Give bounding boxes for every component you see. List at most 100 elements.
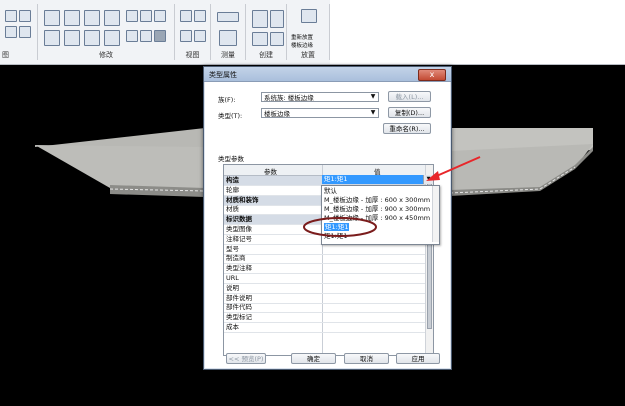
close-icon: x bbox=[429, 70, 435, 79]
param-name: 制造商 bbox=[226, 254, 246, 263]
copy-icon[interactable] bbox=[64, 30, 80, 46]
param-name: 类型图像 bbox=[226, 225, 252, 233]
dropdown-scrollbar[interactable] bbox=[432, 186, 439, 242]
create-icon[interactable] bbox=[270, 10, 284, 28]
dimension-icon[interactable] bbox=[219, 30, 237, 46]
split-icon[interactable] bbox=[126, 10, 138, 22]
load-button[interactable]: 载入(L)... bbox=[388, 91, 431, 102]
param-name: 标识数据 bbox=[226, 215, 252, 224]
param-name: 轮廓 bbox=[226, 185, 239, 194]
view-icon[interactable] bbox=[194, 10, 206, 22]
grid-param-row[interactable]: 部件说明 bbox=[224, 294, 426, 304]
dropdown-option[interactable]: M_楼板边缘 - 加厚 : 600 x 300mm bbox=[324, 196, 430, 204]
grid-param-row[interactable]: 制造商 bbox=[224, 254, 426, 265]
trim-extend-icon[interactable] bbox=[104, 30, 120, 46]
column-header-param: 参数 bbox=[264, 168, 277, 176]
view-icon[interactable] bbox=[180, 30, 192, 42]
array-icon[interactable] bbox=[126, 30, 138, 42]
dropdown-option[interactable]: M_楼板边缘 - 加厚 : 900 x 450mm bbox=[324, 214, 430, 222]
pin-icon[interactable] bbox=[154, 10, 166, 22]
offset-icon[interactable] bbox=[64, 10, 80, 26]
duplicate-button[interactable]: 复制(D)... bbox=[388, 107, 431, 118]
type-select-value: 楼板边缘 bbox=[264, 110, 290, 118]
create-icon[interactable] bbox=[270, 32, 284, 46]
ribbon: 图 修改 视图 测量 创建 重新放置 楼板边缘 放置 bbox=[0, 0, 625, 65]
apply-button[interactable]: 应用 bbox=[396, 353, 440, 364]
family-label: 族(F): bbox=[218, 96, 236, 104]
family-select[interactable]: 系统族: 楼板边缘 ▼ bbox=[261, 92, 379, 102]
profile-value: 矩1:矩1 bbox=[324, 175, 348, 183]
profile-value-combo[interactable]: 矩1:矩1 ▼ bbox=[322, 175, 433, 184]
chevron-down-icon: ▼ bbox=[370, 93, 376, 100]
create-icon[interactable] bbox=[252, 32, 268, 46]
param-name: URL bbox=[226, 274, 239, 282]
move-icon[interactable] bbox=[44, 30, 60, 46]
view-icon[interactable] bbox=[194, 30, 206, 42]
mirror-icon[interactable] bbox=[84, 10, 100, 26]
tool-icon[interactable] bbox=[5, 26, 17, 38]
grid-param-row[interactable]: 说明 bbox=[224, 284, 426, 294]
create-icon[interactable] bbox=[252, 10, 268, 28]
ribbon-panel-place: 重新放置 楼板边缘 放置 bbox=[287, 4, 330, 60]
ribbon-panel-create: 创建 bbox=[246, 4, 287, 60]
grid-param-row[interactable]: 型号 bbox=[224, 245, 426, 255]
dropdown-option[interactable]: 默认 bbox=[324, 187, 337, 195]
grid-param-row[interactable]: 部件代码 bbox=[224, 303, 426, 314]
grid-param-row[interactable]: 类型标记 bbox=[224, 313, 426, 324]
dialog-titlebar[interactable]: 类型属性 x bbox=[204, 67, 451, 82]
view-icon[interactable] bbox=[180, 10, 192, 22]
param-name: 型号 bbox=[226, 244, 239, 253]
chevron-down-icon: ▼ bbox=[370, 109, 376, 116]
mirror-draw-icon[interactable] bbox=[104, 10, 120, 26]
ribbon-panel-view: 视图 bbox=[175, 4, 211, 60]
preview-button[interactable]: << 预览(P) bbox=[226, 353, 266, 364]
ribbon-panel-label: 修改 bbox=[99, 51, 113, 59]
scale-icon[interactable] bbox=[140, 30, 152, 42]
family-select-value: 系统族: 楼板边缘 bbox=[264, 94, 314, 102]
dialog-title: 类型属性 bbox=[209, 71, 237, 79]
ribbon-panel-label: 测量 bbox=[221, 51, 235, 59]
param-name: 说明 bbox=[226, 283, 239, 292]
trim-icon[interactable] bbox=[140, 10, 152, 22]
measure-icon[interactable] bbox=[217, 12, 239, 22]
type-params-label: 类型参数 bbox=[218, 155, 244, 163]
type-select[interactable]: 楼板边缘 ▼ bbox=[261, 108, 379, 118]
param-name: 成本 bbox=[226, 323, 239, 331]
param-name: 类型注释 bbox=[226, 264, 252, 273]
close-button[interactable]: x bbox=[418, 69, 446, 81]
chevron-down-icon[interactable]: ▼ bbox=[423, 175, 433, 184]
slab-surface-left bbox=[35, 145, 205, 191]
profile-dropdown-list: 默认 M_楼板边缘 - 加厚 : 600 x 300mm M_楼板边缘 - 加厚 :… bbox=[321, 185, 440, 245]
reposition-icon[interactable] bbox=[301, 9, 317, 23]
ribbon-panel-modify: 修改 bbox=[38, 4, 175, 60]
ribbon-panel-label: 视图 bbox=[185, 51, 200, 59]
align-icon[interactable] bbox=[44, 10, 60, 26]
param-name: 材质和装饰 bbox=[226, 195, 259, 204]
grid-param-row[interactable]: 成本 bbox=[224, 323, 426, 333]
rename-button[interactable]: 重命名(R)... bbox=[383, 123, 431, 134]
grid-param-row[interactable]: 类型注释 bbox=[224, 264, 426, 275]
tool-icon[interactable] bbox=[5, 10, 17, 22]
tool-icon[interactable] bbox=[19, 26, 31, 38]
param-name: 材质 bbox=[226, 205, 239, 214]
rotate-icon[interactable] bbox=[84, 30, 100, 46]
ribbon-empty-area bbox=[330, 0, 625, 64]
dropdown-option[interactable]: M_楼板边缘 - 加厚 : 900 x 300mm bbox=[324, 205, 430, 213]
param-name: 构造 bbox=[226, 176, 239, 184]
ribbon-panel-label: 放置 bbox=[301, 51, 315, 59]
ribbon-panel-view-graphics: 图 bbox=[0, 4, 38, 60]
cancel-button[interactable]: 取消 bbox=[344, 353, 389, 364]
dropdown-option[interactable]: 矩1:矩1 bbox=[324, 223, 350, 231]
delete-icon[interactable] bbox=[154, 30, 166, 42]
param-name: 类型标记 bbox=[226, 313, 252, 322]
grid-param-row[interactable]: URL bbox=[224, 274, 426, 284]
ribbon-panel-label: 图 bbox=[2, 51, 9, 59]
dropdown-option[interactable]: 矩1:矩1 bbox=[324, 232, 347, 240]
tool-icon[interactable] bbox=[19, 10, 31, 22]
reposition-label: 楼板边缘 bbox=[291, 43, 314, 49]
reposition-label: 重新放置 bbox=[291, 35, 314, 41]
param-name: 部件代码 bbox=[226, 303, 252, 312]
type-label: 类型(T): bbox=[218, 112, 243, 120]
param-name: 部件说明 bbox=[226, 293, 252, 302]
ok-button[interactable]: 确定 bbox=[291, 353, 336, 364]
